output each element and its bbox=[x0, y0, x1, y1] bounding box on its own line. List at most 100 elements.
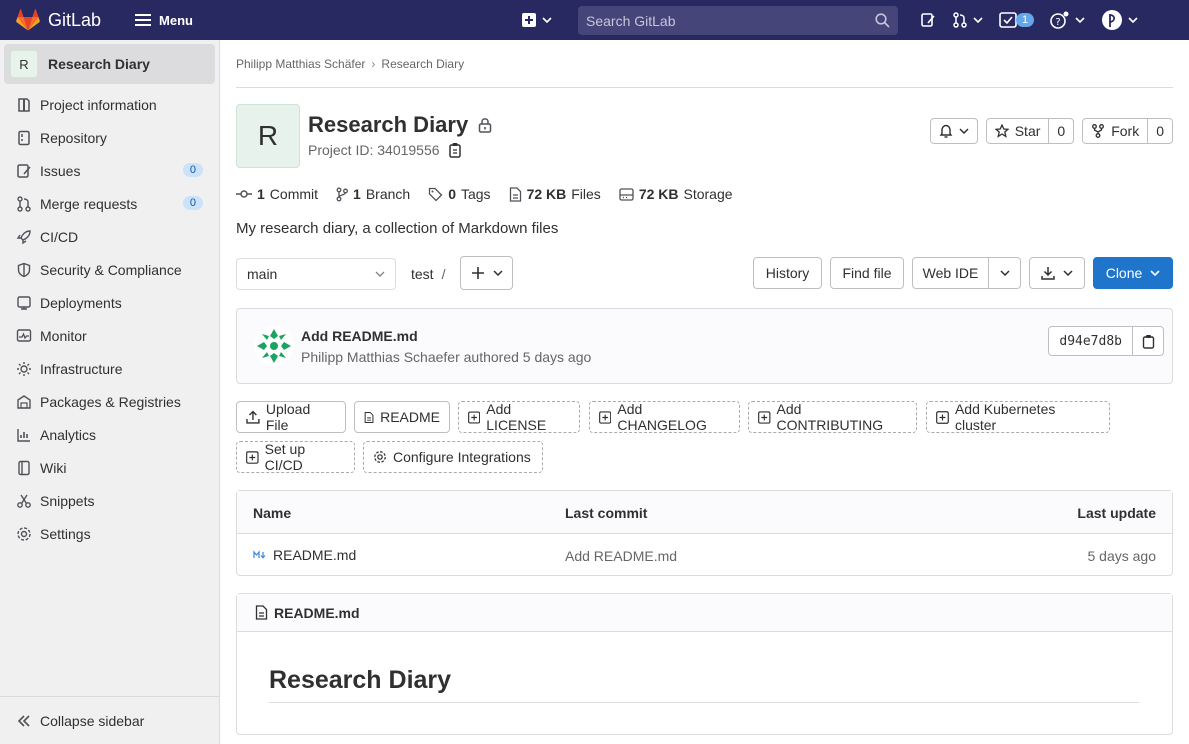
search-box[interactable] bbox=[578, 6, 898, 35]
web-ide-dropdown-toggle[interactable] bbox=[989, 270, 1020, 276]
gitlab-home-link[interactable]: GitLab bbox=[16, 0, 101, 40]
sidebar-item-deployments[interactable]: Deployments bbox=[0, 286, 219, 319]
find-file-button[interactable]: Find file bbox=[830, 257, 904, 289]
shield-icon bbox=[17, 262, 31, 277]
project-title: Research Diary bbox=[308, 112, 492, 138]
last-commit-panel: Add README.md Philipp Matthias Schaefer … bbox=[236, 308, 1173, 384]
download-icon bbox=[1041, 267, 1055, 280]
fork-count[interactable]: 0 bbox=[1147, 119, 1172, 143]
file-name-cell[interactable]: README.md bbox=[253, 547, 356, 563]
star-button[interactable]: Star 0 bbox=[985, 118, 1075, 144]
file-last-commit-link[interactable]: Add README.md bbox=[565, 548, 677, 564]
files-stat[interactable]: 72 KB Files bbox=[509, 186, 601, 202]
file-tree-header: Name Last commit Last update bbox=[237, 491, 1172, 534]
sidebar-item-label: Packages & Registries bbox=[40, 393, 181, 410]
sidebar-item-label: Settings bbox=[40, 525, 91, 542]
setup-cicd-button[interactable]: Set up CI/CD bbox=[236, 441, 355, 473]
fork-icon bbox=[1092, 124, 1105, 138]
sidebar-item-label: Security & Compliance bbox=[40, 261, 182, 278]
project-sidebar: R Research Diary Project information Rep… bbox=[0, 40, 220, 744]
create-new-dropdown[interactable] bbox=[522, 8, 552, 32]
repo-path-root-link[interactable]: test bbox=[411, 266, 434, 282]
sidebar-item-cicd[interactable]: CI/CD bbox=[0, 220, 219, 253]
chevron-down-icon bbox=[1063, 270, 1073, 276]
sidebar-item-monitor[interactable]: Monitor bbox=[0, 319, 219, 352]
breadcrumb-separator-icon: › bbox=[371, 56, 376, 71]
upload-file-label: Upload File bbox=[265, 401, 311, 433]
sidebar-item-label: Merge requests bbox=[40, 195, 138, 212]
add-to-tree-dropdown[interactable] bbox=[460, 256, 513, 290]
readme-panel: README.md Research Diary bbox=[236, 593, 1173, 735]
sidebar-item-issues[interactable]: Issues 0 bbox=[0, 154, 219, 187]
breadcrumb-owner-link[interactable]: Philipp Matthias Schäfer bbox=[236, 57, 365, 71]
sidebar-item-packages-registries[interactable]: Packages & Registries bbox=[0, 385, 219, 418]
sidebar-item-infrastructure[interactable]: Infrastructure bbox=[0, 352, 219, 385]
svg-text:?: ? bbox=[1055, 17, 1060, 28]
add-license-button[interactable]: Add LICENSE bbox=[458, 401, 580, 433]
repo-path: test / bbox=[411, 266, 445, 282]
clone-dropdown[interactable]: Clone bbox=[1093, 257, 1173, 289]
chevron-down-icon bbox=[492, 270, 503, 276]
search-icon bbox=[875, 13, 890, 28]
plus-square-icon bbox=[468, 410, 481, 424]
add-kubernetes-cluster-button[interactable]: Add Kubernetes cluster bbox=[926, 401, 1110, 433]
sidebar-item-merge-requests[interactable]: Merge requests 0 bbox=[0, 187, 219, 220]
add-contributing-button[interactable]: Add CONTRIBUTING bbox=[748, 401, 917, 433]
storage-stat[interactable]: 72 KB Storage bbox=[619, 186, 733, 202]
main-menu-button[interactable]: Menu bbox=[131, 6, 197, 34]
add-kubernetes-label: Add Kubernetes cluster bbox=[954, 401, 1056, 433]
sidebar-item-project-information[interactable]: Project information bbox=[0, 88, 219, 121]
merge-requests-nav-button[interactable] bbox=[944, 0, 991, 40]
repository-toolbar: main test / History Find file Web IDE Clo… bbox=[236, 256, 1173, 292]
todo-inbox-icon bbox=[999, 12, 1017, 28]
copy-icon[interactable] bbox=[448, 142, 462, 158]
branch-selector[interactable]: main bbox=[236, 258, 396, 290]
sidebar-item-label: Analytics bbox=[40, 426, 97, 443]
help-nav-button[interactable]: ? bbox=[1042, 0, 1093, 40]
rocket-icon bbox=[16, 229, 31, 244]
table-row[interactable]: README.md Add README.md 5 days ago bbox=[237, 534, 1172, 576]
menu-label: Menu bbox=[159, 12, 193, 28]
readme-button[interactable]: README bbox=[354, 401, 450, 433]
readme-button-label: README bbox=[380, 409, 440, 425]
file-icon bbox=[509, 186, 521, 202]
plus-square-icon bbox=[246, 450, 259, 464]
sidebar-item-security-compliance[interactable]: Security & Compliance bbox=[0, 253, 219, 286]
web-ide-label[interactable]: Web IDE bbox=[913, 258, 989, 288]
collapse-sidebar-button[interactable]: Collapse sidebar bbox=[0, 696, 219, 744]
web-ide-split-button[interactable]: Web IDE bbox=[912, 257, 1021, 289]
sidebar-item-wiki[interactable]: Wiki bbox=[0, 451, 219, 484]
commit-title-link[interactable]: Add README.md bbox=[301, 328, 418, 344]
configure-integrations-button[interactable]: Configure Integrations bbox=[363, 441, 543, 473]
notification-dropdown[interactable] bbox=[929, 118, 978, 144]
sidebar-project-link[interactable]: R Research Diary bbox=[4, 44, 215, 84]
breadcrumb-project-link[interactable]: Research Diary bbox=[381, 57, 464, 71]
commit-sha-link[interactable]: d94e7d8b bbox=[1049, 327, 1133, 355]
file-name-link[interactable]: README.md bbox=[273, 547, 356, 563]
sidebar-item-settings[interactable]: Settings bbox=[0, 517, 219, 550]
project-id-text: Project ID: 34019556 bbox=[308, 142, 440, 158]
markdown-file-icon bbox=[253, 550, 266, 559]
sidebar-item-analytics[interactable]: Analytics bbox=[0, 418, 219, 451]
fork-button[interactable]: Fork 0 bbox=[1082, 118, 1173, 144]
copy-sha-button[interactable] bbox=[1133, 327, 1163, 355]
user-menu-button[interactable] bbox=[1093, 0, 1146, 40]
tags-stat[interactable]: 0 Tags bbox=[428, 186, 491, 202]
sidebar-item-repository[interactable]: Repository bbox=[0, 121, 219, 154]
add-changelog-button[interactable]: Add CHANGELOG bbox=[589, 401, 740, 433]
star-count[interactable]: 0 bbox=[1048, 119, 1073, 143]
history-button[interactable]: History bbox=[753, 257, 822, 289]
branches-stat[interactable]: 1 Branch bbox=[336, 186, 410, 202]
upload-file-button[interactable]: Upload File bbox=[236, 401, 346, 433]
search-input[interactable] bbox=[586, 12, 875, 29]
commits-label: Commit bbox=[269, 186, 319, 202]
issues-nav-button[interactable] bbox=[912, 0, 944, 40]
branches-count: 1 bbox=[353, 186, 361, 202]
sidebar-item-snippets[interactable]: Snippets bbox=[0, 484, 219, 517]
download-dropdown[interactable] bbox=[1029, 257, 1085, 289]
readme-file-link[interactable]: README.md bbox=[274, 605, 360, 621]
user-avatar-icon bbox=[1102, 10, 1123, 30]
sidebar-item-label: Deployments bbox=[40, 294, 122, 311]
todos-nav-button[interactable]: 1 bbox=[991, 0, 1042, 40]
commits-stat[interactable]: 1 Commit bbox=[236, 186, 318, 202]
